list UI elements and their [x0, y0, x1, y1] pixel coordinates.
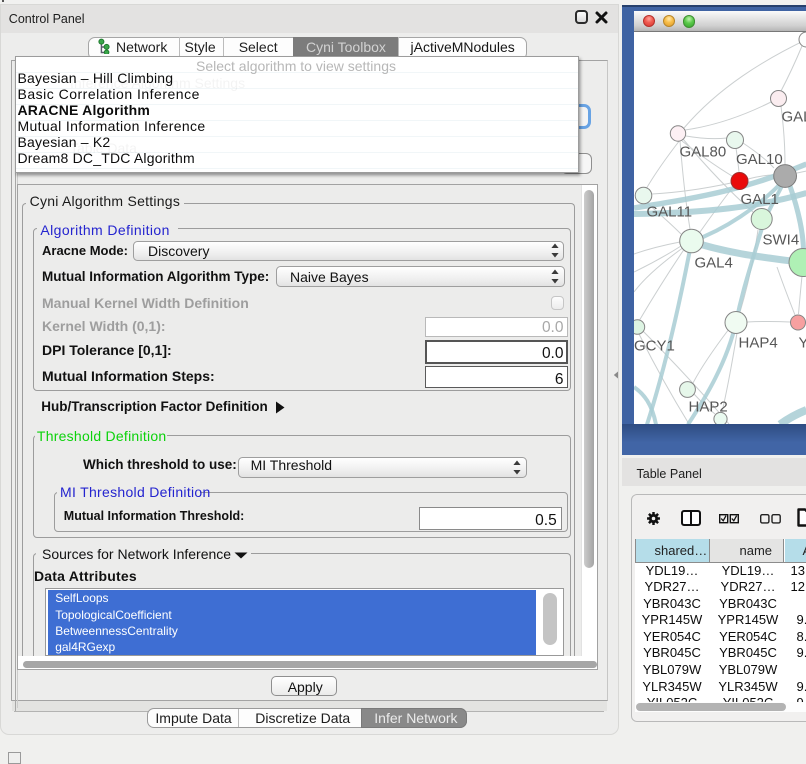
svg-text:GCY1: GCY1	[634, 337, 675, 354]
svg-text:HAP2: HAP2	[688, 398, 727, 415]
svg-text:GAL11: GAL11	[646, 203, 692, 220]
svg-text:SWI4: SWI4	[762, 231, 799, 248]
svg-text:GAL10: GAL10	[736, 151, 783, 168]
svg-text:GAL80: GAL80	[679, 143, 726, 160]
svg-text:HAP4: HAP4	[738, 334, 777, 351]
svg-text:YMR: YMR	[798, 334, 806, 351]
svg-text:GAL4: GAL4	[694, 254, 732, 271]
svg-text:GAL1: GAL1	[740, 191, 778, 208]
svg-text:GAL7: GAL7	[781, 108, 806, 125]
